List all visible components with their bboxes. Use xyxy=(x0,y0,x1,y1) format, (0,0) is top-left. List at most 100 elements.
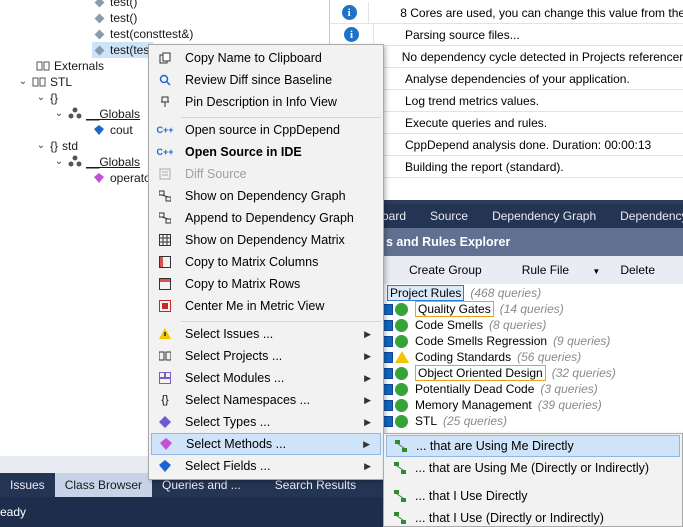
tree-item-namespace[interactable]: ⌄{} xyxy=(36,90,58,106)
menu-item-open-source-ide[interactable]: C++ Open Source in IDE xyxy=(151,141,381,163)
menu-item-select-methods[interactable]: Select Methods ... ▶ xyxy=(151,433,381,455)
rule-file-button[interactable]: Rule File ▼ xyxy=(502,263,601,277)
menu-item-pin-description[interactable]: Pin Description in Info View xyxy=(151,91,381,113)
tree-item[interactable]: test(consttest&) xyxy=(92,26,193,42)
tab-issues[interactable]: Issues xyxy=(0,473,55,497)
pin-icon xyxy=(158,95,172,109)
method-icon xyxy=(92,0,106,9)
tree-item-selected[interactable]: test(test xyxy=(92,42,153,58)
rule-group[interactable]: Code Smells (8 queries) xyxy=(382,317,546,333)
rule-group[interactable]: Coding Standards (56 queries) xyxy=(382,349,581,365)
tree-item-globals[interactable]: ⌄ __Globals xyxy=(54,154,140,170)
submenu-item-i-use-directly[interactable]: ... that I Use Directly xyxy=(386,485,680,507)
tree-item-externals[interactable]: Externals xyxy=(36,58,104,74)
dependency-icon xyxy=(394,439,408,453)
field-icon xyxy=(158,459,172,473)
dependency-icon xyxy=(393,461,407,475)
rule-group[interactable]: Potentially Dead Code (3 queries) xyxy=(382,381,598,397)
method-icon xyxy=(92,27,106,41)
menu-item-select-types[interactable]: Select Types ... ▶ xyxy=(151,411,381,433)
menu-item-select-modules[interactable]: Select Modules ... ▶ xyxy=(151,367,381,389)
diff-source-icon xyxy=(158,167,172,181)
list-item[interactable]: i Parsing source files... xyxy=(330,23,683,46)
module-icon xyxy=(158,371,172,385)
externals-icon xyxy=(36,59,50,73)
menu-separator xyxy=(181,117,381,118)
tree-item-operator[interactable]: operator xyxy=(92,170,155,186)
warning-icon xyxy=(158,327,172,341)
submenu-item-using-me-directly[interactable]: ... that are Using Me Directly xyxy=(386,435,680,457)
menu-item-append-graph[interactable]: Append to Dependency Graph xyxy=(151,207,381,229)
warning-icon xyxy=(395,351,409,363)
menu-item-select-projects[interactable]: Select Projects ... ▶ xyxy=(151,345,381,367)
dependency-icon xyxy=(393,511,407,525)
diff-icon xyxy=(158,73,172,87)
submenu-arrow-icon: ▶ xyxy=(364,328,371,339)
chevron-down-icon[interactable]: ⌄ xyxy=(54,106,64,122)
info-icon: i xyxy=(341,5,357,20)
list-item[interactable]: i8 Cores are used, you can change this v… xyxy=(330,1,683,24)
delete-button[interactable]: Delete xyxy=(620,263,655,277)
tab-dependency-matrix[interactable]: Dependency Matrix xyxy=(608,209,683,223)
tree-item-stl[interactable]: ⌄ STL xyxy=(18,74,72,90)
cpp-icon: C++ xyxy=(156,147,174,157)
dependency-icon xyxy=(393,489,407,503)
create-group-button[interactable]: Create Group xyxy=(409,263,482,277)
menu-item-select-fields[interactable]: Select Fields ... ▶ xyxy=(151,455,381,477)
status-ok-icon xyxy=(395,382,408,396)
method-icon xyxy=(92,171,106,185)
namespace-icon: {} xyxy=(161,394,169,406)
submenu-arrow-icon: ▶ xyxy=(364,350,371,361)
status-ok-icon xyxy=(395,318,408,332)
menu-item-copy-name[interactable]: Copy Name to Clipboard xyxy=(151,47,381,69)
type-icon xyxy=(158,415,172,429)
tree-item[interactable]: test() xyxy=(92,10,137,26)
method-icon xyxy=(159,437,173,451)
menu-item-open-source-cppdepend[interactable]: C++ Open source in CppDepend xyxy=(151,119,381,141)
menu-item-copy-matrix-rows[interactable]: Copy to Matrix Rows xyxy=(151,273,381,295)
chevron-down-icon[interactable]: ⌄ xyxy=(54,154,64,170)
globals-icon xyxy=(68,107,82,121)
submenu-arrow-icon: ▶ xyxy=(363,438,370,449)
project-icon xyxy=(158,349,172,363)
menu-item-diff-source[interactable]: Diff Source xyxy=(151,163,381,185)
submenu-arrow-icon: ▶ xyxy=(364,394,371,405)
menu-item-copy-matrix-columns[interactable]: Copy to Matrix Columns xyxy=(151,251,381,273)
rule-group[interactable]: Memory Management (39 queries) xyxy=(382,397,602,413)
submenu-arrow-icon: ▶ xyxy=(364,372,371,383)
cpp-icon: C++ xyxy=(156,125,174,135)
context-menu: Copy Name to Clipboard Review Diff since… xyxy=(148,44,384,480)
tree-item-globals[interactable]: ⌄ __Globals xyxy=(54,106,140,122)
status-ok-icon xyxy=(395,334,408,348)
app-window: test() test() test(consttest&) test(test… xyxy=(0,0,683,527)
chevron-down-icon[interactable]: ⌄ xyxy=(36,90,46,106)
tree-item-std[interactable]: ⌄{} std xyxy=(36,138,78,154)
tab-dependency-graph[interactable]: Dependency Graph xyxy=(480,209,608,223)
menu-item-show-graph[interactable]: Show on Dependency Graph xyxy=(151,185,381,207)
submenu-item-i-use-indirectly[interactable]: ... that I Use (Directly or Indirectly) xyxy=(386,507,680,527)
dropdown-arrow-icon: ▼ xyxy=(592,267,601,276)
method-icon xyxy=(92,43,106,57)
tab-class-browser[interactable]: Class Browser xyxy=(54,473,153,497)
menu-item-center-metric-view[interactable]: Center Me in Metric View xyxy=(151,295,381,317)
menu-item-select-namespaces[interactable]: {} Select Namespaces ... ▶ xyxy=(151,389,381,411)
menu-item-select-issues[interactable]: Select Issues ... ▶ xyxy=(151,323,381,345)
submenu-item-using-me-indirectly[interactable]: ... that are Using Me (Directly or Indir… xyxy=(386,457,680,479)
namespace-icon: {} xyxy=(50,139,59,153)
method-icon xyxy=(92,11,106,25)
matrix-rows-icon xyxy=(158,277,172,291)
rule-group-root[interactable]: Project Rules (468 queries) xyxy=(387,285,541,301)
rule-group[interactable]: Code Smells Regression (9 queries) xyxy=(382,333,610,349)
menu-item-show-matrix[interactable]: Show on Dependency Matrix xyxy=(151,229,381,251)
tree-item[interactable]: test() xyxy=(92,0,137,10)
tree-item-cout[interactable]: cout xyxy=(92,122,133,138)
menu-item-review-diff[interactable]: Review Diff since Baseline xyxy=(151,69,381,91)
tab-source[interactable]: Source xyxy=(418,209,480,223)
chevron-down-icon[interactable]: ⌄ xyxy=(18,74,28,90)
rule-group[interactable]: Object Oriented Design (32 queries) xyxy=(382,365,616,381)
rule-group[interactable]: Quality Gates (14 queries) xyxy=(382,301,564,317)
chevron-down-icon[interactable]: ⌄ xyxy=(36,138,46,154)
rule-group[interactable]: STL (25 queries) xyxy=(382,413,507,429)
status-ok-icon xyxy=(395,414,408,428)
field-icon xyxy=(92,123,106,137)
